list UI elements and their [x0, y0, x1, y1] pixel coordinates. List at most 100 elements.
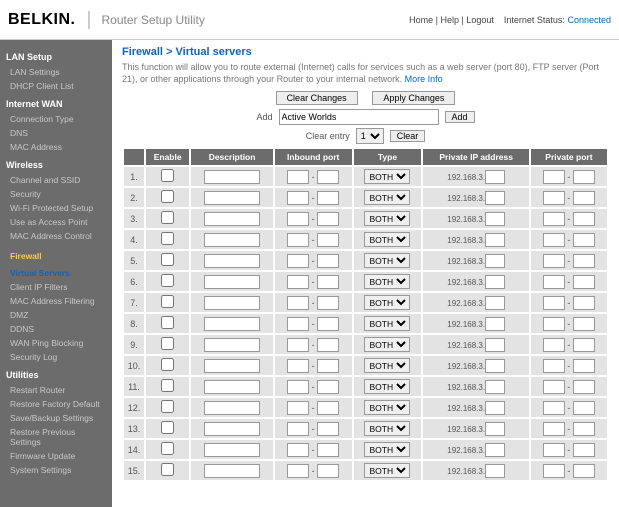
description-input[interactable]	[204, 170, 260, 184]
private-ip-input[interactable]	[485, 359, 505, 373]
sidebar-item[interactable]: DMZ	[6, 308, 106, 322]
inbound-port-from[interactable]	[287, 464, 309, 478]
private-port-from[interactable]	[543, 170, 565, 184]
inbound-port-to[interactable]	[317, 380, 339, 394]
sidebar-item[interactable]: Restore Previous Settings	[6, 425, 106, 449]
private-port-to[interactable]	[573, 212, 595, 226]
sidebar-item[interactable]: Connection Type	[6, 112, 106, 126]
inbound-port-from[interactable]	[287, 191, 309, 205]
inbound-port-to[interactable]	[317, 443, 339, 457]
inbound-port-from[interactable]	[287, 317, 309, 331]
description-input[interactable]	[204, 275, 260, 289]
enable-checkbox[interactable]	[161, 379, 174, 392]
private-ip-input[interactable]	[485, 380, 505, 394]
private-port-to[interactable]	[573, 191, 595, 205]
private-ip-input[interactable]	[485, 233, 505, 247]
private-port-from[interactable]	[543, 233, 565, 247]
help-link[interactable]: Help	[440, 15, 459, 25]
private-ip-input[interactable]	[485, 317, 505, 331]
inbound-port-from[interactable]	[287, 359, 309, 373]
sidebar-item[interactable]: DDNS	[6, 322, 106, 336]
sidebar-item[interactable]: Wi-Fi Protected Setup	[6, 201, 106, 215]
description-input[interactable]	[204, 296, 260, 310]
enable-checkbox[interactable]	[161, 442, 174, 455]
private-ip-input[interactable]	[485, 422, 505, 436]
sidebar-item[interactable]: System Settings	[6, 463, 106, 477]
private-port-from[interactable]	[543, 212, 565, 226]
sidebar-item[interactable]: Security	[6, 187, 106, 201]
type-select[interactable]: BOTH	[364, 274, 410, 289]
private-port-to[interactable]	[573, 464, 595, 478]
inbound-port-from[interactable]	[287, 422, 309, 436]
sidebar-item[interactable]: Restore Factory Default	[6, 397, 106, 411]
private-port-to[interactable]	[573, 317, 595, 331]
inbound-port-to[interactable]	[317, 233, 339, 247]
inbound-port-to[interactable]	[317, 464, 339, 478]
type-select[interactable]: BOTH	[364, 421, 410, 436]
private-port-to[interactable]	[573, 422, 595, 436]
private-port-to[interactable]	[573, 401, 595, 415]
description-input[interactable]	[204, 422, 260, 436]
clear-entry-select[interactable]: 1	[356, 128, 384, 144]
type-select[interactable]: BOTH	[364, 253, 410, 268]
description-input[interactable]	[204, 338, 260, 352]
enable-checkbox[interactable]	[161, 316, 174, 329]
private-ip-input[interactable]	[485, 401, 505, 415]
private-ip-input[interactable]	[485, 443, 505, 457]
private-port-to[interactable]	[573, 338, 595, 352]
type-select[interactable]: BOTH	[364, 316, 410, 331]
private-port-to[interactable]	[573, 359, 595, 373]
add-service-input[interactable]	[279, 109, 439, 125]
enable-checkbox[interactable]	[161, 463, 174, 476]
enable-checkbox[interactable]	[161, 358, 174, 371]
description-input[interactable]	[204, 254, 260, 268]
private-ip-input[interactable]	[485, 296, 505, 310]
private-port-from[interactable]	[543, 464, 565, 478]
description-input[interactable]	[204, 191, 260, 205]
enable-checkbox[interactable]	[161, 295, 174, 308]
private-ip-input[interactable]	[485, 464, 505, 478]
enable-checkbox[interactable]	[161, 421, 174, 434]
inbound-port-from[interactable]	[287, 254, 309, 268]
sidebar-item[interactable]: LAN Settings	[6, 65, 106, 79]
logout-link[interactable]: Logout	[466, 15, 494, 25]
sidebar-item[interactable]: MAC Address	[6, 140, 106, 154]
inbound-port-from[interactable]	[287, 170, 309, 184]
description-input[interactable]	[204, 401, 260, 415]
enable-checkbox[interactable]	[161, 169, 174, 182]
inbound-port-from[interactable]	[287, 212, 309, 226]
sidebar-item[interactable]: MAC Address Control	[6, 229, 106, 243]
type-select[interactable]: BOTH	[364, 190, 410, 205]
inbound-port-from[interactable]	[287, 443, 309, 457]
home-link[interactable]: Home	[409, 15, 433, 25]
inbound-port-from[interactable]	[287, 401, 309, 415]
private-port-from[interactable]	[543, 401, 565, 415]
inbound-port-from[interactable]	[287, 233, 309, 247]
private-port-to[interactable]	[573, 296, 595, 310]
sidebar-item[interactable]: DNS	[6, 126, 106, 140]
type-select[interactable]: BOTH	[364, 337, 410, 352]
inbound-port-to[interactable]	[317, 401, 339, 415]
private-port-from[interactable]	[543, 359, 565, 373]
type-select[interactable]: BOTH	[364, 169, 410, 184]
sidebar-item[interactable]: MAC Address Filtering	[6, 294, 106, 308]
inbound-port-to[interactable]	[317, 359, 339, 373]
private-port-to[interactable]	[573, 380, 595, 394]
inbound-port-to[interactable]	[317, 317, 339, 331]
inbound-port-to[interactable]	[317, 170, 339, 184]
sidebar-item[interactable]: Use as Access Point	[6, 215, 106, 229]
description-input[interactable]	[204, 443, 260, 457]
private-port-from[interactable]	[543, 380, 565, 394]
private-port-from[interactable]	[543, 317, 565, 331]
private-port-to[interactable]	[573, 443, 595, 457]
add-button[interactable]: Add	[445, 111, 475, 123]
sidebar-item[interactable]: Client IP Filters	[6, 280, 106, 294]
enable-checkbox[interactable]	[161, 337, 174, 350]
private-port-to[interactable]	[573, 170, 595, 184]
private-ip-input[interactable]	[485, 212, 505, 226]
type-select[interactable]: BOTH	[364, 463, 410, 478]
private-ip-input[interactable]	[485, 170, 505, 184]
description-input[interactable]	[204, 464, 260, 478]
private-ip-input[interactable]	[485, 338, 505, 352]
type-select[interactable]: BOTH	[364, 232, 410, 247]
